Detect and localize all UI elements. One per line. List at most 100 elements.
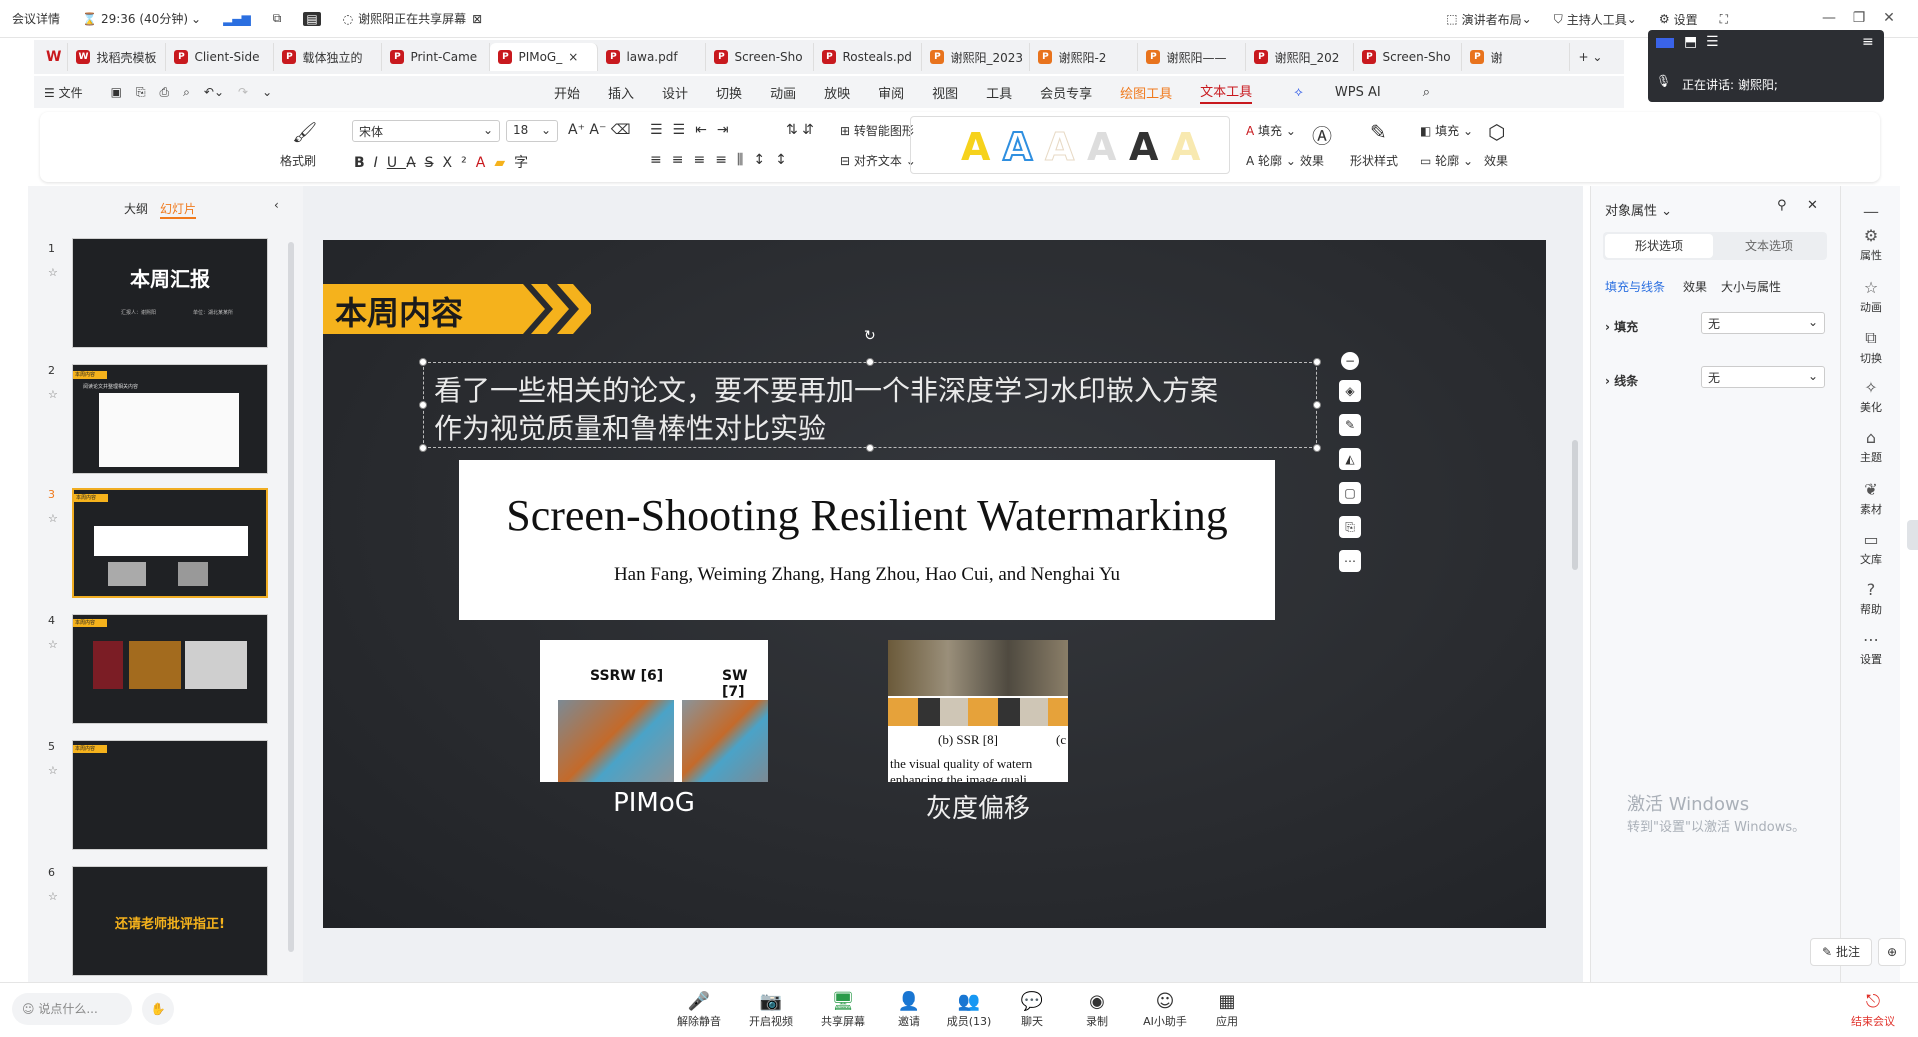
star-icon[interactable]: ☆ — [48, 512, 58, 525]
canvas-scrollbar[interactable] — [1572, 440, 1578, 570]
shape-effect-button[interactable]: 效果 — [1484, 152, 1508, 169]
undo-icon[interactable]: ↶⌄ — [204, 85, 224, 99]
tab-home[interactable]: W — [40, 43, 69, 71]
font-name-select[interactable]: 宋体 ⌄ — [352, 120, 500, 142]
art-style-2[interactable]: A — [1002, 124, 1033, 170]
tab-text-options[interactable]: 文本选项 — [1715, 234, 1823, 258]
pimog-image[interactable]: SSRW [6] SW [7] — [540, 640, 768, 782]
resize-handle[interactable] — [1313, 358, 1321, 366]
paper-title-image[interactable]: Screen-Shooting Resilient Watermarking H… — [459, 460, 1275, 620]
line-label[interactable]: › 线条 — [1605, 372, 1638, 389]
art-style-6[interactable]: A — [1171, 125, 1200, 169]
window-icon[interactable]: ⬒ — [1684, 34, 1697, 50]
stop-share-icon[interactable]: ⊠ — [472, 12, 482, 26]
popout-icon[interactable]: ⧉ — [273, 11, 282, 26]
pin-icon[interactable]: ⚲ — [1777, 198, 1787, 213]
sidebar-item-animation[interactable]: ☆ 动画 — [1841, 278, 1901, 315]
restore-icon[interactable]: ❐ — [1844, 10, 1874, 26]
resize-handle[interactable] — [866, 444, 874, 452]
text-fill-button[interactable]: A 填充 ⌄ — [1246, 122, 1296, 139]
menu-item-9[interactable]: 会员专享 — [1040, 83, 1092, 102]
slide-thumb-6[interactable]: 还请老师批评指正! — [72, 866, 268, 976]
signal-icon[interactable]: ▂▄▆ — [223, 12, 251, 26]
art-style-5[interactable]: A — [1129, 125, 1158, 169]
grayscale-shift-image[interactable]: (b) SSR [8] (c the visual quality of wat… — [888, 640, 1068, 782]
menu-item-7[interactable]: 视图 — [932, 83, 958, 102]
print-icon[interactable]: ⎙ — [160, 85, 170, 100]
subtab-fill-line[interactable]: 填充与线条 — [1605, 278, 1665, 295]
document-tab[interactable]: P 谢熙阳_202 — [1246, 43, 1355, 71]
minimize-icon[interactable]: — — [1814, 10, 1844, 26]
chat-input[interactable]: ☺ 说点什么... — [12, 993, 132, 1025]
tab-shape-options[interactable]: 形状选项 — [1605, 234, 1713, 258]
format-painter-icon[interactable]: 🖌 — [292, 120, 317, 144]
document-tab[interactable]: W 找稻壳模板 — [68, 43, 167, 71]
sidebar-item-theme[interactable]: ⌂ 主题 — [1841, 428, 1901, 465]
text-effect-icon[interactable]: Ⓐ — [1312, 120, 1332, 149]
text-outline-button[interactable]: A 轮廓 ⌄ — [1246, 152, 1296, 169]
meeting-timer[interactable]: ⌛ 29:36 (40分钟) ⌄ — [82, 10, 201, 27]
shape-effect-icon[interactable]: ⬡ — [1488, 120, 1505, 144]
fill-select[interactable]: 无 ⌄ — [1701, 312, 1825, 334]
document-tab[interactable]: P谢 — [1462, 43, 1571, 71]
more-options-icon[interactable]: ⋯ — [1339, 550, 1361, 572]
members-button[interactable]: 👥 成员(13) — [934, 991, 1004, 1029]
more-icon[interactable]: ⌄ — [262, 85, 272, 99]
font-size-select[interactable]: 18 ⌄ — [506, 120, 558, 142]
font-style-buttons[interactable]: BIUA̶S̶X²A▰字 — [354, 152, 537, 172]
shape-outline-button[interactable]: ▭ 轮廓 ⌄ — [1420, 152, 1473, 169]
meeting-details-button[interactable]: 会议详情 — [12, 10, 60, 27]
panel-title[interactable]: 对象属性 ⌄ — [1605, 200, 1672, 219]
menu-item-4[interactable]: 动画 — [770, 83, 796, 102]
star-icon[interactable]: ☆ — [48, 638, 58, 651]
rotate-handle-icon[interactable]: ↻ — [864, 328, 876, 344]
line-select[interactable]: 无 ⌄ — [1701, 366, 1825, 388]
art-style-3[interactable]: A — [1044, 125, 1074, 170]
fill-bucket-icon[interactable]: ◭ — [1339, 448, 1361, 470]
sidebar-item-settings[interactable]: ⋯ 设置 — [1841, 630, 1901, 667]
document-tab[interactable]: P 载体独立的 — [274, 43, 383, 71]
notes-icon[interactable]: ▤ — [303, 11, 321, 26]
share-screen-button[interactable]: 🖥 共享屏幕 — [808, 991, 878, 1029]
menu-item-0[interactable]: 开始 — [554, 83, 580, 102]
sidebar-item-help[interactable]: ? 帮助 — [1841, 580, 1901, 617]
slide-thumb-1[interactable]: 本周汇报 汇报人：谢熙阳 单位：湖北某某所 — [72, 238, 268, 348]
outline-tab[interactable]: 大纲 — [124, 200, 148, 217]
document-tab[interactable]: P Screen-Sho — [706, 43, 815, 71]
slides-tab[interactable]: 幻灯片 — [160, 200, 197, 219]
subtab-effect[interactable]: 效果 — [1683, 278, 1707, 295]
document-tab[interactable]: P Client-Side — [166, 43, 275, 71]
document-tab[interactable]: P 谢熙阳—— — [1138, 43, 1247, 71]
resize-handle[interactable] — [419, 358, 427, 366]
print-preview-icon[interactable]: ⌕ — [183, 85, 190, 100]
text-effect-button[interactable]: 效果 — [1300, 152, 1324, 169]
tab-drawing-tools[interactable]: 绘图工具 — [1120, 83, 1172, 102]
sidebar-item-properties[interactable]: ⚙ 属性 — [1841, 226, 1901, 263]
unmute-button[interactable]: 🎤 解除静音 — [664, 991, 734, 1029]
document-tab[interactable]: Plawa.pdf — [598, 43, 707, 71]
menu-item-5[interactable]: 放映 — [824, 83, 850, 102]
shape-style-button[interactable]: 形状样式 — [1350, 152, 1398, 169]
outline-icon[interactable]: ▢ — [1339, 482, 1361, 504]
slide-thumb-2[interactable]: 本周内容 阅读论文并整理相关内容 — [72, 364, 268, 474]
host-tools-button[interactable]: ⛉ 主持人工具 ⌄ — [1554, 11, 1637, 28]
menu-item-1[interactable]: 插入 — [608, 83, 634, 102]
document-tab[interactable]: P PIMoG_ × — [490, 43, 599, 71]
fullscreen-icon[interactable]: ⛶ — [1720, 12, 1728, 27]
document-tab[interactable]: P 谢熙阳_2023 — [922, 43, 1031, 71]
align-buttons[interactable]: ≡≡≡≡⫼↕↕ — [650, 152, 797, 168]
resize-handle[interactable] — [419, 444, 427, 452]
menu-item-6[interactable]: 审阅 — [878, 83, 904, 102]
smart-shape-button[interactable]: ⊞ 转智能图形 — [840, 122, 914, 139]
align-text-button[interactable]: ⊟ 对齐文本 ⌄ — [840, 152, 916, 169]
menu-item-2[interactable]: 设计 — [662, 83, 688, 102]
resize-handle[interactable] — [866, 358, 874, 366]
fill-label[interactable]: › 填充 — [1605, 318, 1638, 335]
menu-item-8[interactable]: 工具 — [986, 83, 1012, 102]
resize-handle[interactable] — [1313, 401, 1321, 409]
resize-handle[interactable] — [419, 401, 427, 409]
redo-icon[interactable]: ↷ — [238, 85, 248, 99]
end-meeting-button[interactable]: ⎋ 结束会议 — [1838, 991, 1908, 1029]
list-buttons[interactable]: ☰☰⇤⇥ — [650, 122, 739, 138]
thumb-scrollbar[interactable] — [288, 242, 294, 952]
